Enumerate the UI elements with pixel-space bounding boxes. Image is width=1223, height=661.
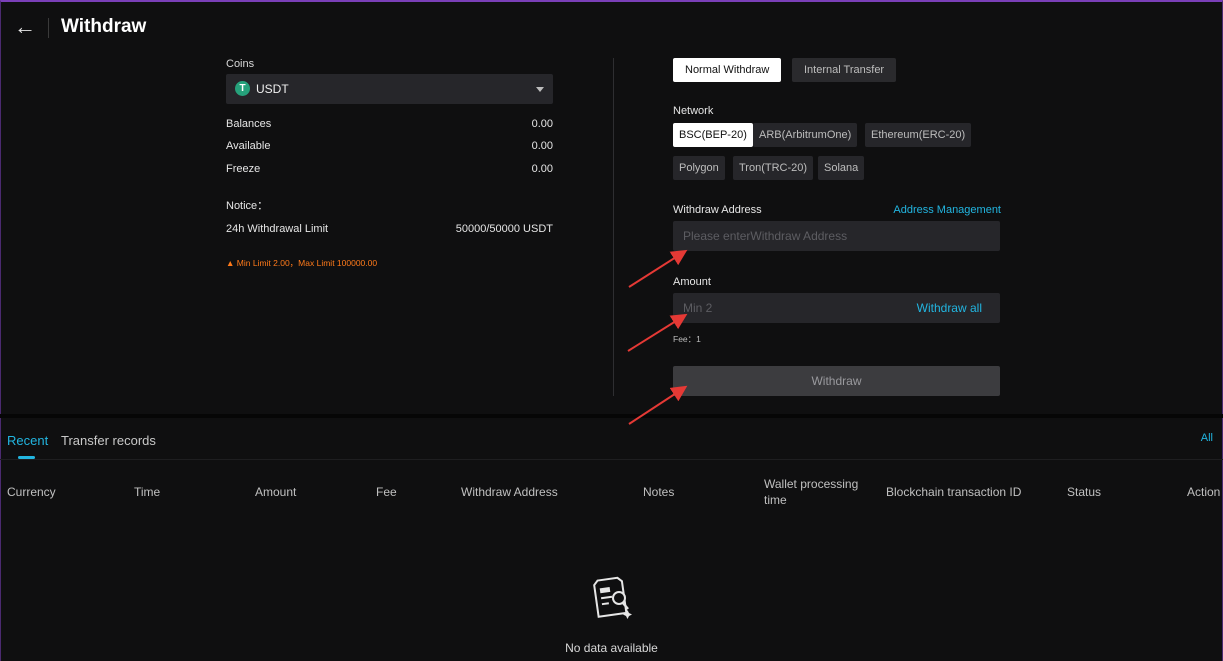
column-blockchain-transaction-id: Blockchain transaction ID [886, 485, 1022, 499]
network-arb[interactable]: ARB(ArbitrumOne) [753, 123, 858, 147]
tab-transfer-records[interactable]: Transfer records [61, 433, 156, 448]
coin-select[interactable]: T USDT [226, 74, 553, 104]
column-notes: Notes [643, 485, 675, 499]
column-action: Action [1187, 485, 1221, 499]
tab-internal-transfer[interactable]: Internal Transfer [792, 58, 897, 82]
limit-warning: ▲ Min Limit 2.00，Max Limit 100000.00 [226, 258, 378, 268]
records-tabs: Recent Transfer records All [0, 418, 1223, 460]
column-fee: Fee [376, 485, 397, 499]
available-label: Available [226, 140, 271, 152]
page-title: Withdraw [61, 16, 147, 37]
address-label: Withdraw Address [673, 204, 762, 216]
network-tron[interactable]: Tron(TRC-20) [733, 156, 814, 180]
no-data-icon [592, 576, 632, 619]
top-bar: ← Withdraw [0, 2, 1223, 54]
coins-label: Coins [226, 58, 255, 70]
column-time: Time [134, 485, 161, 499]
tab-normal-withdraw[interactable]: Normal Withdraw [673, 58, 782, 82]
amount-label: Amount [673, 276, 711, 288]
address-placeholder: Please enterWithdraw Address [683, 229, 848, 243]
limit-label: 24h Withdrawal Limit [226, 223, 329, 235]
withdraw-all-button[interactable]: Withdraw all [917, 301, 982, 315]
column-status: Status [1067, 485, 1102, 499]
empty-state [0, 575, 1223, 621]
address-input[interactable]: Please enterWithdraw Address [673, 221, 1000, 251]
address-management-link[interactable]: Address Management [893, 204, 1001, 216]
column-currency: Currency [7, 485, 56, 499]
header-divider [48, 18, 49, 38]
column-amount: Amount [255, 485, 297, 499]
amount-input[interactable]: Min 2 Withdraw all [673, 293, 1000, 323]
freeze-value: 0.00 [531, 163, 553, 175]
limit-value: 50000/50000 USDT [455, 223, 553, 235]
notice-label: Notice： [226, 200, 269, 212]
network-label: Network [673, 105, 714, 117]
all-link[interactable]: All [1201, 432, 1213, 444]
coin-name: USDT [256, 82, 289, 96]
available-value: 0.00 [531, 140, 553, 152]
network-polygon[interactable]: Polygon [673, 156, 725, 180]
network-ethereum[interactable]: Ethereum(ERC-20) [865, 123, 972, 147]
balance-label: Balances [226, 118, 272, 130]
network-bsc[interactable]: BSC(BEP-20) [673, 123, 753, 147]
column-withdraw-address: Withdraw Address [461, 485, 558, 499]
network-solana[interactable]: Solana [818, 156, 865, 180]
active-tab-indicator [18, 456, 35, 459]
column-wallet-processing-time: Wallet processing time [764, 477, 859, 507]
freeze-label: Freeze [226, 163, 261, 175]
arrow-left-icon[interactable]: ← [12, 14, 38, 40]
tether-icon: T [235, 81, 250, 96]
tab-recent[interactable]: Recent [7, 433, 48, 448]
fee-text: Fee：1 [673, 334, 701, 344]
balance-value: 0.00 [531, 118, 553, 130]
amount-placeholder: Min 2 [683, 301, 713, 315]
panel-divider [613, 58, 614, 396]
chevron-down-icon [536, 87, 544, 92]
withdraw-button[interactable]: Withdraw [673, 366, 1000, 396]
empty-state-text: No data available [565, 641, 658, 655]
window-frame [0, 0, 1223, 661]
